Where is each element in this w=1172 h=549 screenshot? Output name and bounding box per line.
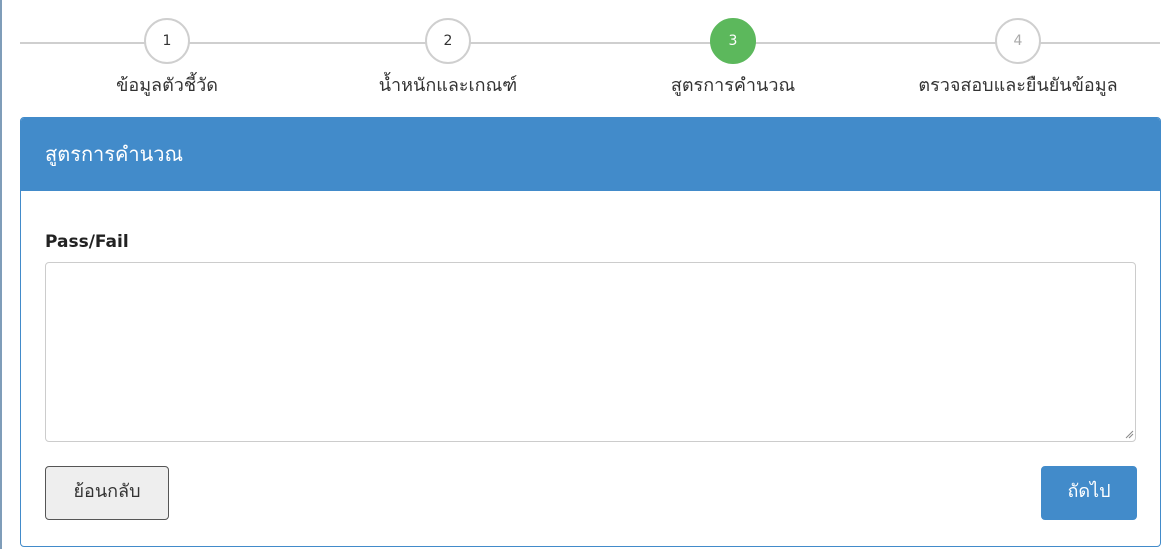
step-2[interactable]: 2 น้ำหนักและเกณฑ์ [328, 18, 568, 99]
step-4-number: 4 [995, 18, 1041, 64]
window-frame: 1 ข้อมูลตัวชี้วัด 2 น้ำหนักและเกณฑ์ 3 สู… [0, 0, 1172, 549]
formula-panel: สูตรการคำนวณ Pass/Fail ย้อนกลับ ถัดไป [20, 117, 1161, 547]
step-3-label: สูตรการคำนวณ [670, 75, 796, 96]
step-3-number: 3 [710, 18, 756, 64]
pass-fail-textarea[interactable] [45, 262, 1136, 442]
step-4[interactable]: 4 ตรวจสอบและยืนยันข้อมูล [898, 18, 1138, 99]
step-1[interactable]: 1 ข้อมูลตัวชี้วัด [47, 18, 287, 99]
step-1-label: ข้อมูลตัวชี้วัด [116, 75, 218, 96]
wizard-stepper: 1 ข้อมูลตัวชี้วัด 2 น้ำหนักและเกณฑ์ 3 สู… [20, 18, 1160, 108]
next-button[interactable]: ถัดไป [1041, 466, 1137, 520]
step-3[interactable]: 3 สูตรการคำนวณ [613, 18, 853, 99]
step-4-label: ตรวจสอบและยืนยันข้อมูล [918, 75, 1118, 96]
back-button[interactable]: ย้อนกลับ [45, 466, 169, 520]
step-2-label: น้ำหนักและเกณฑ์ [378, 75, 518, 96]
panel-title: สูตรการคำนวณ [21, 118, 1160, 191]
resize-grip-icon[interactable] [1124, 429, 1134, 439]
pass-fail-label: Pass/Fail [45, 232, 129, 252]
step-2-number: 2 [425, 18, 471, 64]
step-1-number: 1 [144, 18, 190, 64]
